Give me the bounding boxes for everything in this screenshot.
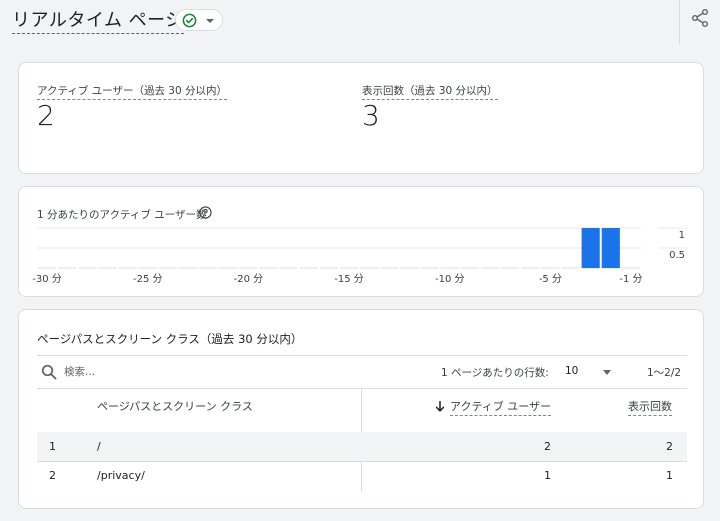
x-tick-label: -15 分 — [334, 273, 364, 285]
row-page-path: / — [97, 440, 101, 453]
pagination-text: 1〜2/2 — [647, 367, 682, 379]
x-tick-label: -5 分 — [539, 273, 562, 285]
y-tick-label: 1 — [679, 230, 685, 241]
rows-per-page-select[interactable]: 10 — [565, 363, 613, 381]
y-tick-label: 0.5 — [669, 250, 685, 261]
chevron-down-icon — [206, 19, 214, 23]
rows-per-page-value: 10 — [565, 365, 579, 377]
x-tick-label: -25 分 — [133, 273, 163, 285]
x-tick-label: -20 分 — [234, 273, 264, 285]
rows-per-page-label: 1 ページあたりの行数: — [441, 367, 549, 379]
x-tick-label: -30 分 — [32, 273, 62, 285]
caret-down-icon — [603, 370, 611, 375]
table-row[interactable]: 2 /privacy/ 1 1 — [37, 461, 687, 490]
row-views: 2 — [666, 440, 673, 453]
search-input[interactable] — [64, 363, 264, 381]
table-header-border — [37, 388, 687, 389]
check-circle-icon — [182, 13, 197, 28]
arrow-down-icon[interactable] — [434, 400, 446, 412]
page-header: リアルタイム ページ — [0, 0, 720, 44]
share-icon[interactable] — [690, 8, 710, 28]
active-users-label[interactable]: アクティブ ユーザー（過去 30 分以内） — [37, 83, 228, 100]
bar — [581, 228, 600, 268]
table-card: ページパスとスクリーン クラス（過去 30 分以内） 1 ページあたりの行数: … — [18, 309, 704, 509]
table-title: ページパスとスクリーン クラス（過去 30 分以内） — [37, 332, 303, 346]
data-table: 1 ページあたりの行数: 10 1〜2/2 ページパスとスクリーン クラス アク… — [37, 355, 687, 495]
row-page-path: /privacy/ — [97, 469, 145, 482]
table-top-border — [37, 355, 687, 356]
views-value: 3 — [362, 99, 380, 132]
page-title: リアルタイム ページ — [12, 6, 184, 34]
chart-card: 1 分あたりのアクティブ ユーザー数 -30 分 -25 分 -20 分 -15 分-… — [18, 186, 704, 297]
metrics-card: アクティブ ユーザー（過去 30 分以内） 2 表示回数（過去 30 分以内） … — [18, 62, 704, 174]
row-active-users: 2 — [544, 440, 551, 453]
column-header-views[interactable]: 表示回数 — [628, 398, 672, 416]
active-users-per-minute-chart: -30 分 -25 分 -20 分 -15 分 -10 分 -5 分 -1 分 1 0.5 — [32, 227, 687, 285]
row-views: 1 — [666, 469, 673, 482]
search-icon — [41, 364, 57, 380]
bar — [601, 228, 620, 268]
row-active-users: 1 — [544, 469, 551, 482]
status-dropdown[interactable] — [175, 9, 223, 31]
column-header-active-users[interactable]: アクティブ ユーザー — [450, 398, 552, 416]
active-users-value: 2 — [37, 99, 55, 132]
x-tick-label: -10 分 — [435, 273, 465, 285]
row-index: 1 — [49, 440, 56, 453]
column-header-page-path[interactable]: ページパスとスクリーン クラス — [97, 398, 253, 414]
header-divider — [679, 0, 680, 44]
views-label[interactable]: 表示回数（過去 30 分以内） — [362, 83, 498, 100]
table-row[interactable]: 1 / 2 2 — [37, 432, 687, 461]
row-index: 2 — [49, 469, 56, 482]
x-tick-label: -1 分 — [619, 273, 642, 285]
